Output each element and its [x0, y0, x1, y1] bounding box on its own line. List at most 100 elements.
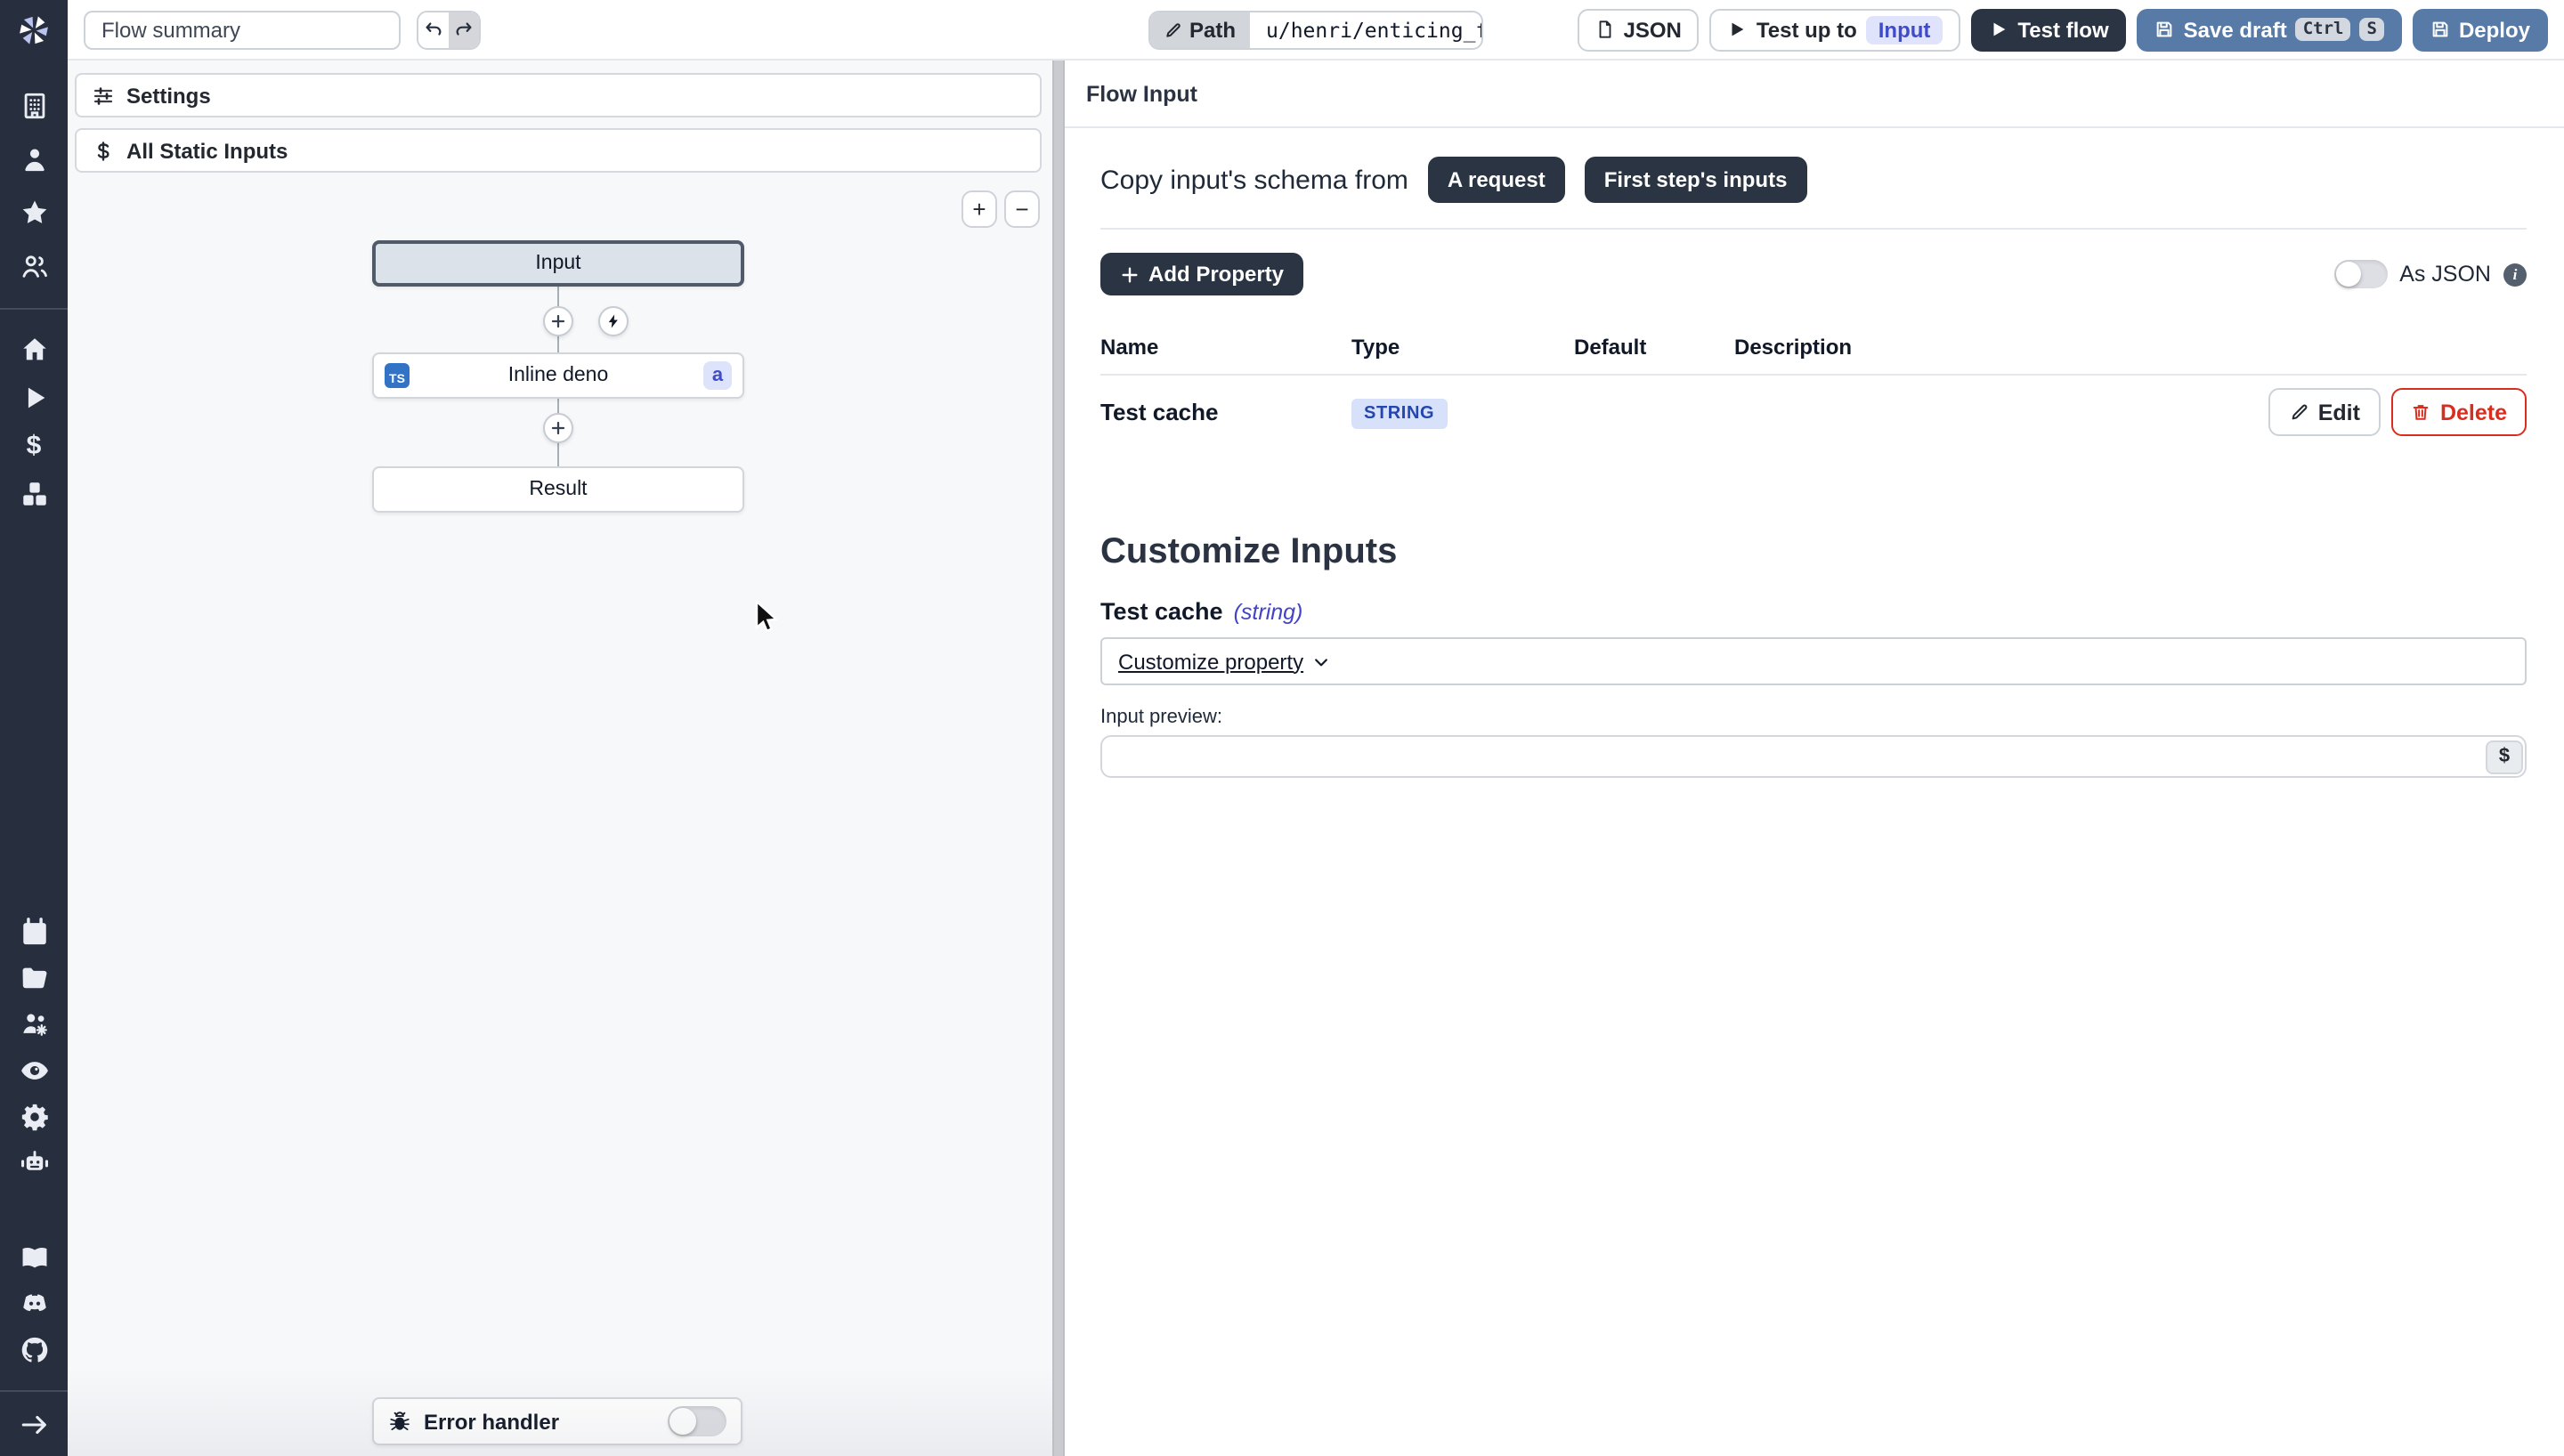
error-handler-toggle[interactable] [668, 1406, 726, 1436]
test-up-to-target-badge[interactable]: Input [1866, 15, 1943, 44]
path-input[interactable]: u/henri/enticing_flow [1250, 17, 1481, 42]
edit-button[interactable]: Edit [2268, 388, 2381, 436]
as-json-label: As JSON [2399, 262, 2491, 287]
pencil-icon [1164, 20, 1182, 38]
sliders-icon [93, 85, 114, 106]
home-icon[interactable] [18, 333, 50, 365]
as-json-control: As JSON i [2333, 260, 2527, 288]
add-property-button[interactable]: Add Property [1100, 253, 1303, 295]
sidebar-divider [0, 308, 68, 310]
undo-redo-group [417, 10, 481, 49]
chevron-down-icon [1312, 652, 1330, 670]
json-label: JSON [1624, 17, 1682, 42]
pencil-icon [2290, 402, 2309, 422]
worker-group-icon[interactable] [18, 1007, 50, 1039]
windmill-logo[interactable] [0, 0, 68, 61]
settings-bar[interactable]: Settings [75, 73, 1042, 117]
user-group-icon[interactable] [18, 249, 50, 281]
path-chip[interactable]: Path [1150, 12, 1250, 47]
customize-property-type: (string) [1234, 600, 1303, 625]
gear-icon[interactable] [18, 1100, 50, 1132]
info-icon[interactable]: i [2503, 263, 2527, 286]
row-actions: Edit Delete [2268, 388, 2527, 436]
customize-inputs-title: Customize Inputs [1100, 532, 2527, 573]
customize-property-box: Customize property [1100, 637, 2527, 685]
test-flow-button[interactable]: Test flow [1971, 8, 2126, 51]
dollar-icon [93, 140, 114, 161]
copy-from-first-step-button[interactable]: First step's inputs [1585, 157, 1807, 203]
zoom-controls: + − [961, 190, 1040, 228]
redo-button[interactable] [449, 12, 479, 47]
user-icon[interactable] [18, 142, 50, 174]
customize-property-link[interactable]: Customize property [1118, 649, 1330, 674]
node-result[interactable]: Result [372, 466, 744, 513]
error-handler-bar[interactable]: Error handler [372, 1397, 742, 1445]
zoom-in-button[interactable]: + [961, 190, 997, 228]
customize-property-label: Customize property [1118, 649, 1303, 674]
folder-icon[interactable] [18, 961, 50, 993]
col-type: Type [1351, 335, 1574, 360]
json-button[interactable]: JSON [1578, 8, 1700, 51]
properties-table-header: Name Type Default Description [1100, 335, 2527, 376]
add-property-row: Add Property As JSON i [1100, 253, 2527, 295]
undo-button[interactable] [418, 12, 449, 47]
plus-icon [550, 313, 566, 329]
bolt-icon [605, 313, 621, 329]
type-badge: STRING [1351, 399, 1447, 429]
calendar-icon[interactable] [18, 915, 50, 947]
play-icon [1728, 20, 1748, 39]
dollar-icon[interactable]: $ [18, 429, 50, 461]
test-flow-label: Test flow [2017, 17, 2108, 42]
path-label: Path [1189, 17, 1236, 42]
copy-from-request-button[interactable]: A request [1428, 157, 1565, 203]
delete-button[interactable]: Delete [2392, 388, 2527, 436]
variable-picker-button[interactable]: $ [2486, 740, 2523, 773]
input-preview-field[interactable] [1100, 735, 2527, 778]
trigger-button[interactable] [598, 306, 629, 336]
building-icon[interactable] [18, 89, 50, 121]
discord-icon[interactable] [18, 1287, 50, 1319]
save-draft-button[interactable]: Save draft Ctrl S [2138, 8, 2402, 51]
boxes-icon[interactable] [18, 477, 50, 509]
book-icon[interactable] [18, 1241, 50, 1273]
as-json-toggle[interactable] [2333, 260, 2387, 288]
zoom-out-button[interactable]: − [1004, 190, 1040, 228]
plus-icon [1120, 264, 1140, 284]
star-icon[interactable] [18, 196, 50, 228]
properties-table: Name Type Default Description Test cache… [1100, 335, 2527, 450]
node-input-label: Input [535, 253, 580, 274]
panel-splitter[interactable] [1052, 61, 1065, 1456]
node-step-label: Inline deno [508, 365, 609, 386]
col-name: Name [1100, 335, 1351, 360]
github-icon[interactable] [18, 1333, 50, 1365]
sidebar: $ [0, 0, 68, 1456]
play-icon[interactable] [18, 381, 50, 413]
customize-property-name: Test cache [1100, 598, 1223, 625]
kbd-s: S [2360, 18, 2384, 41]
add-step-button[interactable] [543, 413, 573, 443]
robot-icon[interactable] [18, 1146, 50, 1178]
eye-icon[interactable] [18, 1054, 50, 1086]
deploy-label: Deploy [2459, 17, 2530, 42]
deploy-button[interactable]: Deploy [2413, 8, 2548, 51]
property-row: Test cache STRING Edit Delete [1100, 376, 2527, 450]
node-result-label: Result [529, 479, 587, 500]
save-draft-label: Save draft [2184, 17, 2287, 42]
all-static-inputs-bar[interactable]: All Static Inputs [75, 128, 1042, 173]
typescript-badge: TS [385, 363, 410, 388]
topbar: Path u/henri/enticing_flow JSON Test up … [68, 0, 2564, 61]
error-handler-label: Error handler [424, 1409, 559, 1434]
json-file-icon [1595, 20, 1615, 39]
windmill-logo-icon [16, 12, 52, 48]
node-input[interactable]: Input [372, 240, 744, 287]
flow-summary-input[interactable] [84, 10, 401, 49]
trash-icon [2412, 402, 2431, 422]
add-step-button[interactable] [543, 306, 573, 336]
delete-label: Delete [2440, 400, 2507, 425]
node-inline-deno[interactable]: TS Inline deno a [372, 352, 744, 399]
expand-arrow-icon[interactable] [18, 1408, 50, 1440]
kbd-ctrl: Ctrl [2296, 18, 2351, 41]
test-up-to-button[interactable]: Test up to Input [1710, 8, 1961, 51]
topbar-actions: JSON Test up to Input Test flow Save dra… [1578, 8, 2549, 51]
input-preview-wrap: $ [1100, 735, 2527, 778]
